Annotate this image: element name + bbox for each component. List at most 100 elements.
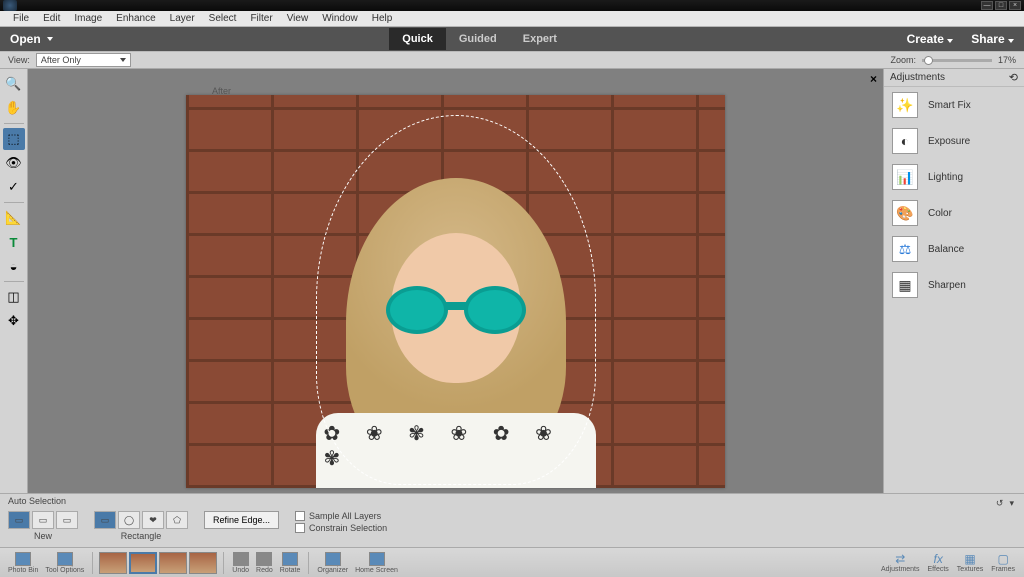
- tab-guided[interactable]: Guided: [446, 28, 510, 50]
- adjustment-color[interactable]: 🎨 Color: [884, 195, 1024, 231]
- menu-enhance[interactable]: Enhance: [109, 13, 162, 24]
- eye-tool[interactable]: 👁: [3, 152, 25, 174]
- adjustment-label: Exposure: [928, 136, 970, 147]
- tab-expert[interactable]: Expert: [510, 28, 570, 50]
- crop-tool[interactable]: ◫: [3, 286, 25, 308]
- taskbar: Photo Bin Tool Options Undo Redo Rotate …: [0, 547, 1024, 577]
- photo-bin-button[interactable]: Photo Bin: [6, 552, 40, 574]
- adjustment-smart-fix[interactable]: ✨ Smart Fix: [884, 87, 1024, 123]
- menu-view[interactable]: View: [280, 13, 316, 24]
- organizer-button[interactable]: Organizer: [315, 552, 350, 574]
- close-button[interactable]: ×: [1009, 1, 1021, 10]
- selection-new-button[interactable]: ▭: [8, 511, 30, 529]
- rotate-button[interactable]: Rotate: [278, 552, 303, 574]
- menu-file[interactable]: File: [6, 13, 36, 24]
- spot-heal-tool[interactable]: ◒: [3, 255, 25, 277]
- tab-quick[interactable]: Quick: [389, 28, 446, 50]
- effects-tab[interactable]: fxEffects: [925, 552, 952, 573]
- separator: [4, 123, 24, 124]
- adjustment-label: Color: [928, 208, 952, 219]
- adjustment-exposure[interactable]: ◐ Exposure: [884, 123, 1024, 159]
- close-document-button[interactable]: ×: [870, 72, 877, 86]
- chevron-down-icon: [120, 58, 126, 62]
- thumbnail[interactable]: [99, 552, 127, 574]
- effects-icon: fx: [929, 552, 947, 566]
- tool-options-button[interactable]: Tool Options: [43, 552, 86, 574]
- tool-options-icon: [57, 552, 73, 566]
- shape-ellipse-button[interactable]: ◯: [118, 511, 140, 529]
- mode-tabs: Quick Guided Expert: [389, 28, 570, 50]
- checkbox-label: Constrain Selection: [309, 523, 387, 533]
- menu-select[interactable]: Select: [202, 13, 244, 24]
- thumbnail[interactable]: [189, 552, 217, 574]
- textures-tab[interactable]: ▦Textures: [954, 552, 986, 573]
- tool-options-bar: Auto Selection ▭ ▭ ▭ New ▭ ◯ ❤ ⬠ Rectang…: [0, 493, 1024, 547]
- separator: [308, 552, 309, 574]
- chevron-down-icon: [47, 37, 53, 41]
- document-canvas[interactable]: [186, 95, 725, 488]
- separator: [4, 202, 24, 203]
- separator: [4, 281, 24, 282]
- menu-help[interactable]: Help: [365, 13, 400, 24]
- window-titlebar: — □ ×: [0, 0, 1024, 11]
- straighten-tool[interactable]: 📐: [3, 207, 25, 229]
- constrain-selection-checkbox[interactable]: [295, 523, 305, 533]
- color-icon: 🎨: [892, 200, 918, 226]
- menu-layer[interactable]: Layer: [163, 13, 202, 24]
- menu-image[interactable]: Image: [67, 13, 109, 24]
- slider-handle[interactable]: [924, 56, 933, 65]
- thumbnail[interactable]: [159, 552, 187, 574]
- organizer-icon: [325, 552, 341, 566]
- menu-window[interactable]: Window: [315, 13, 365, 24]
- thumbnail[interactable]: [129, 552, 157, 574]
- frames-icon: ▢: [994, 552, 1012, 566]
- close-tool-options-icon[interactable]: ▾: [1009, 498, 1014, 509]
- adjustment-sharpen[interactable]: ▦ Sharpen: [884, 267, 1024, 303]
- sample-all-layers-checkbox[interactable]: [295, 511, 305, 521]
- redo-icon: [256, 552, 272, 566]
- canvas-area: × After: [28, 69, 883, 493]
- home-screen-button[interactable]: Home Screen: [353, 552, 400, 574]
- menu-bar: File Edit Image Enhance Layer Select Fil…: [0, 11, 1024, 27]
- photo-thumbnails: [99, 552, 217, 574]
- minimize-button[interactable]: —: [981, 1, 993, 10]
- separator: [223, 552, 224, 574]
- redo-button[interactable]: Redo: [254, 552, 275, 574]
- menu-filter[interactable]: Filter: [243, 13, 279, 24]
- text-tool[interactable]: T: [3, 231, 25, 253]
- selection-add-button[interactable]: ▭: [32, 511, 54, 529]
- adjustment-balance[interactable]: ⚖ Balance: [884, 231, 1024, 267]
- refine-edge-button[interactable]: Refine Edge...: [204, 511, 279, 529]
- whiten-teeth-tool[interactable]: ✓: [3, 176, 25, 198]
- move-tool[interactable]: ✥: [3, 310, 25, 332]
- reset-icon[interactable]: ⟲: [1009, 71, 1018, 84]
- hand-tool[interactable]: ✋: [3, 97, 25, 119]
- shape-polygon-button[interactable]: ⬠: [166, 511, 188, 529]
- panel-title: Adjustments: [890, 72, 945, 83]
- selection-subtract-button[interactable]: ▭: [56, 511, 78, 529]
- create-button[interactable]: Create: [907, 32, 954, 46]
- toolbox: 🔍 ✋ ⬚ 👁 ✓ 📐 T ◒ ◫ ✥: [0, 69, 28, 493]
- frames-tab[interactable]: ▢Frames: [988, 552, 1018, 573]
- chevron-down-icon: [1008, 39, 1014, 43]
- zoom-slider[interactable]: [922, 59, 992, 62]
- adjustments-tab[interactable]: ⇄Adjustments: [878, 552, 923, 573]
- photo-bin-icon: [15, 552, 31, 566]
- open-label: Open: [10, 32, 41, 46]
- zoom-tool[interactable]: 🔍: [3, 73, 25, 95]
- maximize-button[interactable]: □: [995, 1, 1007, 10]
- open-button[interactable]: Open: [10, 32, 53, 46]
- adjustment-lighting[interactable]: 📊 Lighting: [884, 159, 1024, 195]
- shape-label: Rectangle: [94, 531, 188, 541]
- view-dropdown[interactable]: After Only: [36, 53, 131, 67]
- zoom-value: 17%: [998, 55, 1016, 65]
- chevron-down-icon: [947, 39, 953, 43]
- menu-edit[interactable]: Edit: [36, 13, 67, 24]
- reset-tool-icon[interactable]: ↺: [996, 498, 1004, 509]
- shape-rectangle-button[interactable]: ▭: [94, 511, 116, 529]
- quick-selection-tool[interactable]: ⬚: [3, 128, 25, 150]
- undo-button[interactable]: Undo: [230, 552, 251, 574]
- sharpen-icon: ▦: [892, 272, 918, 298]
- shape-lasso-button[interactable]: ❤: [142, 511, 164, 529]
- share-button[interactable]: Share: [971, 32, 1014, 46]
